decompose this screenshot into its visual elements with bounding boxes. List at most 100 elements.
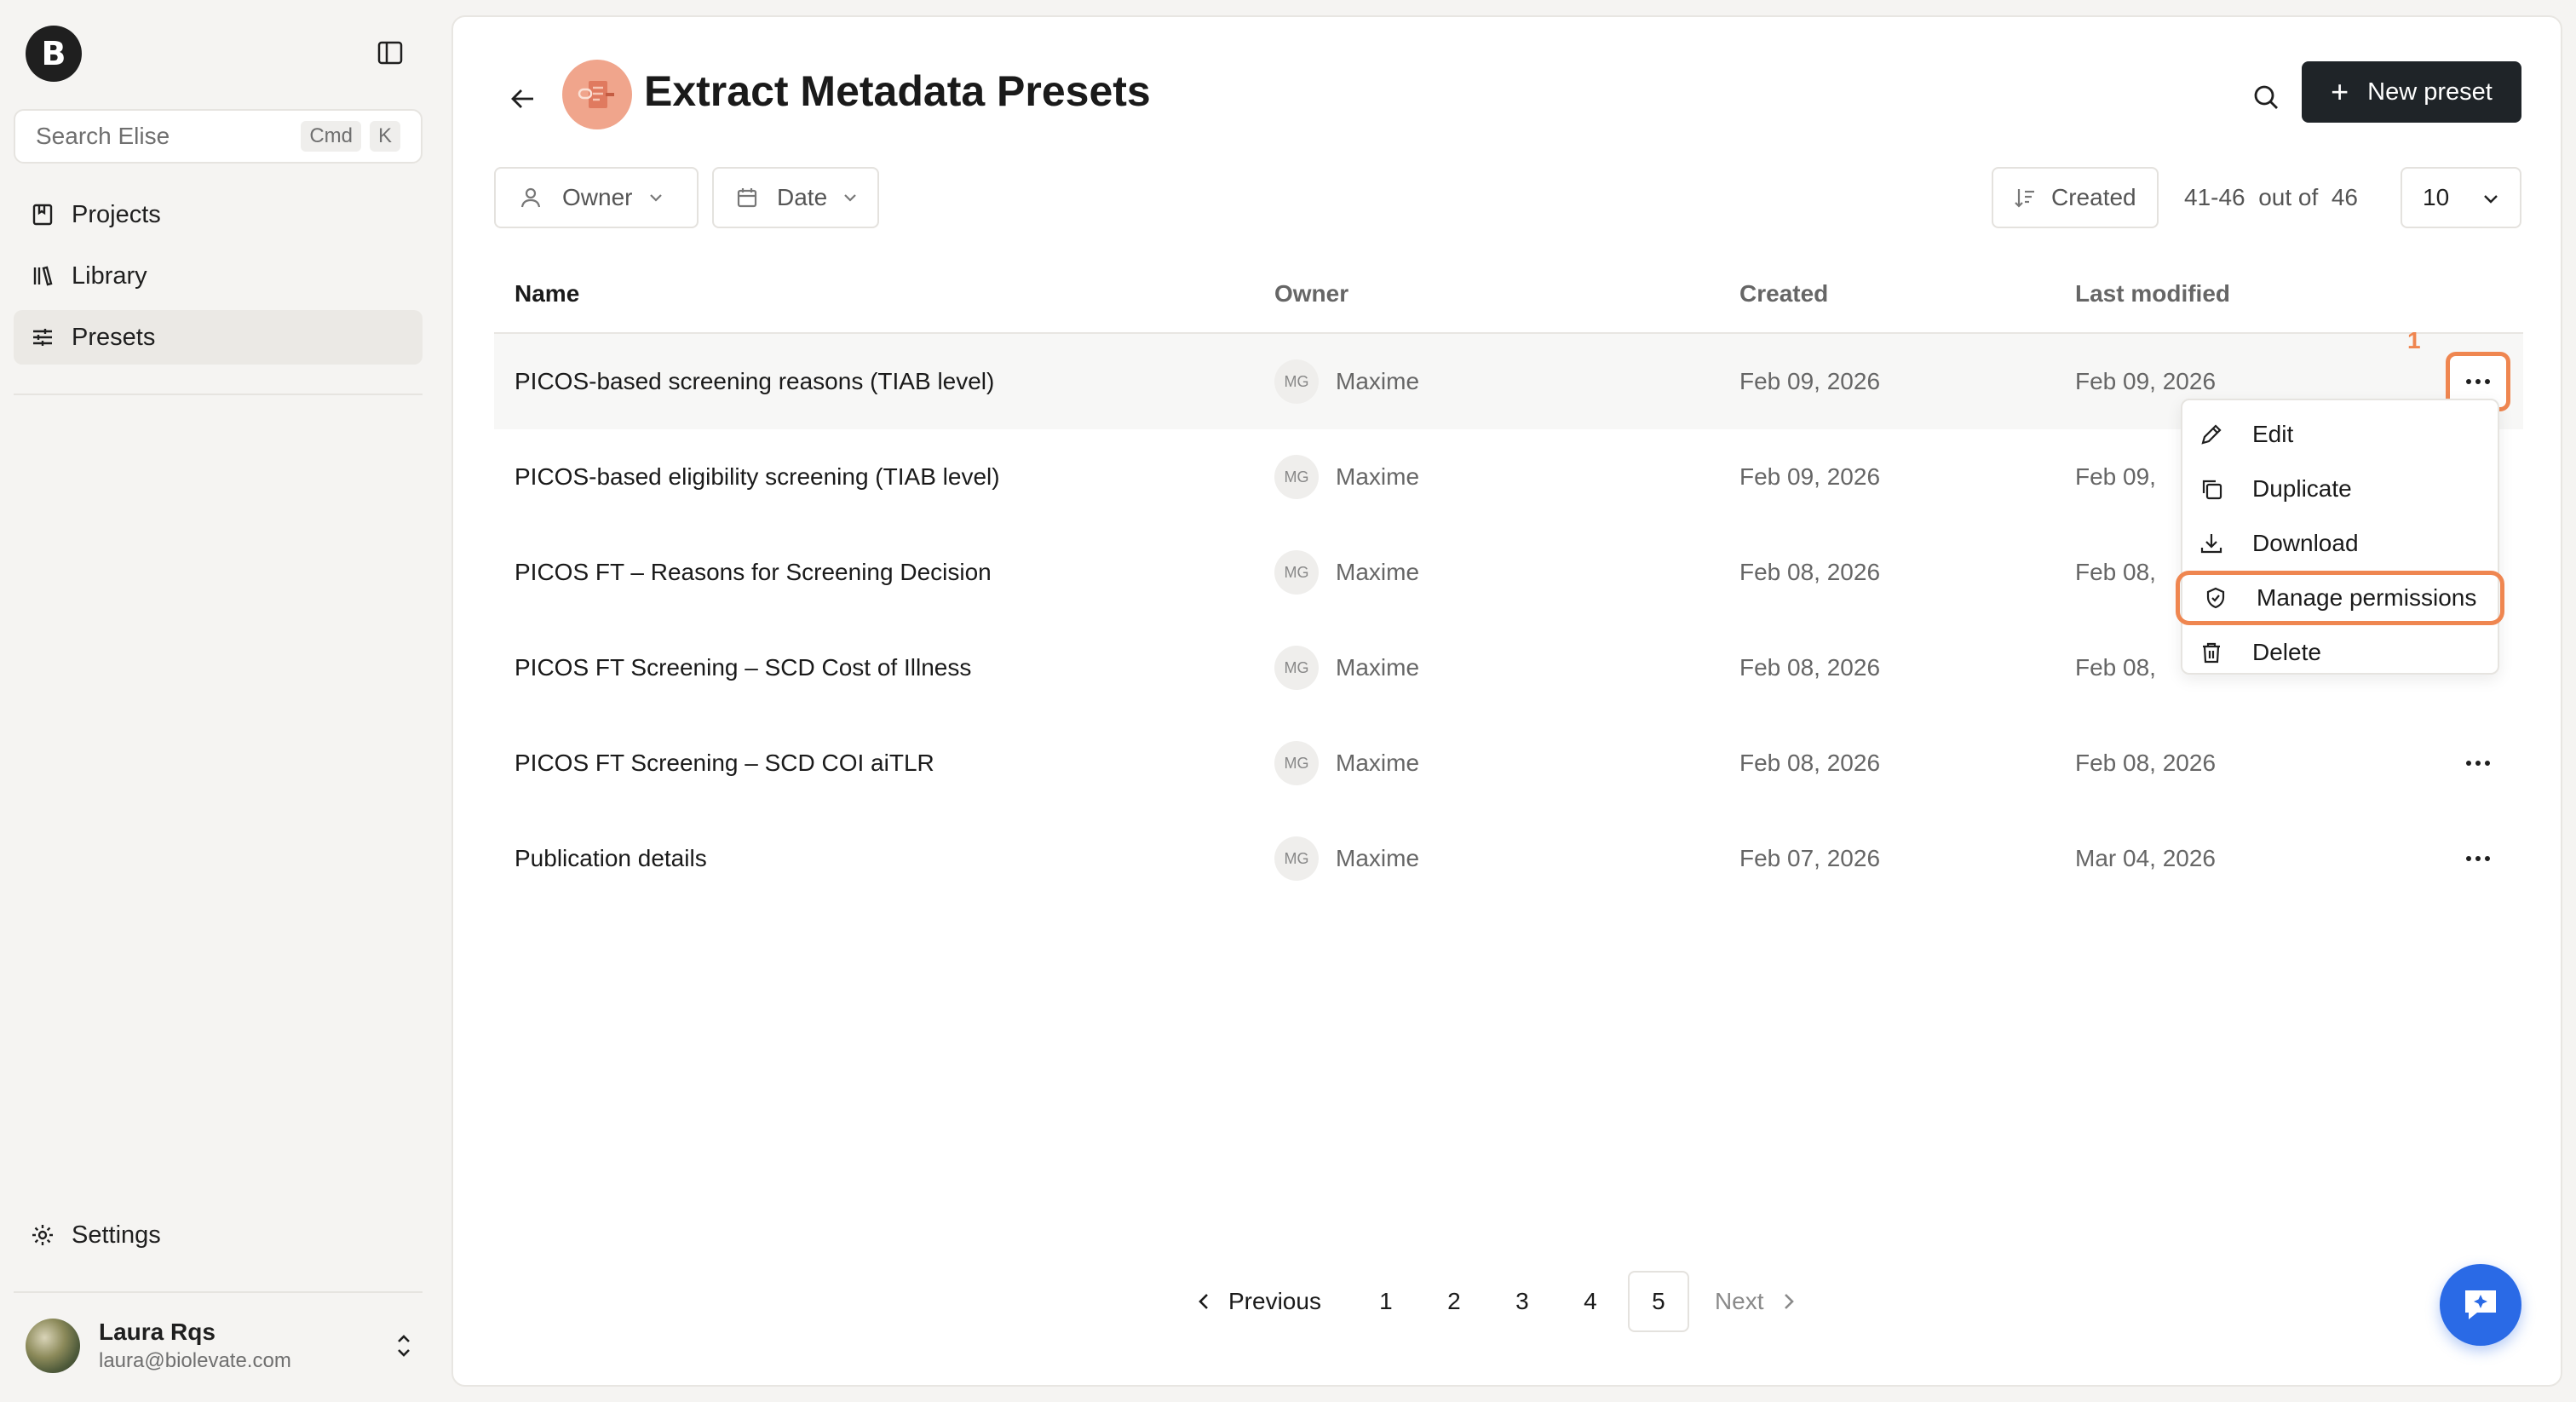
avatar [26, 1319, 80, 1373]
logo-letter: B [41, 35, 66, 72]
annotation-step-1: 1 [2407, 327, 2421, 353]
owner-name: Maxime [1336, 368, 1420, 394]
chat-sparkle-icon [2465, 1290, 2496, 1319]
page-1-button[interactable]: 1 [1355, 1271, 1417, 1332]
user-name: Laura Rqs [99, 1319, 216, 1345]
previous-page-button[interactable]: Previous [1184, 1271, 1335, 1332]
out-of-label: out of [2258, 184, 2319, 210]
kbd-cmd: Cmd [301, 121, 361, 152]
more-horizontal-icon [2466, 856, 2490, 861]
preset-document-icon [562, 60, 632, 129]
pagination: Previous 1 2 3 4 5 Next [1184, 1271, 1808, 1332]
search-button[interactable] [2242, 73, 2290, 121]
back-button[interactable] [503, 78, 543, 119]
created-date: Feb 09, 2026 [1739, 463, 1881, 490]
assistant-chat-button[interactable] [2440, 1264, 2521, 1346]
search-placeholder: Search Elise [36, 123, 170, 149]
created-date: Feb 07, 2026 [1739, 845, 1881, 871]
book-icon [29, 201, 56, 228]
actions-cell [2433, 829, 2523, 888]
owner-cell: MG Maxime [1274, 646, 1739, 690]
owner-cell: MG Maxime [1274, 550, 1739, 595]
created-date: Feb 08, 2026 [1739, 750, 1881, 776]
library-icon [29, 262, 56, 290]
table-header: Name Owner Created Last modified [494, 256, 2523, 334]
table-row[interactable]: Publication details MG Maxime Feb 07, 202… [494, 811, 2523, 906]
page-2-button[interactable]: 2 [1423, 1271, 1485, 1332]
shield-icon [2202, 584, 2229, 612]
owner-avatar: MG [1274, 836, 1319, 881]
menu-item-label: Delete [2252, 639, 2321, 665]
owner-cell: MG Maxime [1274, 359, 1739, 404]
menu-item-manage-permissions[interactable]: Manage permissions [2176, 571, 2504, 625]
next-page-button[interactable]: Next [1701, 1271, 1808, 1332]
created-date: Feb 09, 2026 [1739, 368, 1881, 394]
table-row[interactable]: PICOS FT Screening – SCD COI aiTLR MG Max… [494, 715, 2523, 811]
date-filter-label: Date [777, 184, 828, 210]
owner-filter-label: Owner [562, 184, 633, 210]
menu-item-label: Edit [2252, 421, 2294, 447]
date-filter[interactable]: Date [712, 167, 879, 228]
preset-name: PICOS FT Screening – SCD Cost of Illness [515, 654, 972, 681]
actions-cell [2433, 733, 2523, 793]
chevron-down-icon [842, 189, 858, 206]
column-name[interactable]: Name [494, 280, 1274, 307]
sidebar-search[interactable]: Search Elise Cmd K [14, 109, 423, 164]
owner-avatar: MG [1274, 455, 1319, 499]
owner-name: Maxime [1336, 559, 1420, 585]
copy-icon [2198, 475, 2225, 503]
created-date: Feb 08, 2026 [1739, 559, 1881, 585]
owner-avatar: MG [1274, 741, 1319, 785]
chevron-down-icon [2482, 184, 2499, 211]
page-5-button[interactable]: 5 [1627, 1271, 1689, 1332]
modified-date: Mar 04, 2026 [2075, 845, 2216, 871]
new-preset-label: New preset [2367, 78, 2493, 106]
owner-name: Maxime [1336, 750, 1420, 776]
menu-item-duplicate[interactable]: Duplicate [2182, 462, 2498, 516]
chevron-left-icon [1199, 1294, 1208, 1309]
owner-filter[interactable]: Owner [494, 167, 699, 228]
preset-name: PICOS-based eligibility screening (TIAB … [515, 463, 1000, 490]
app-logo[interactable]: B [26, 26, 82, 82]
download-icon [2198, 530, 2225, 557]
page-3-button[interactable]: 3 [1492, 1271, 1553, 1332]
per-page-select[interactable]: 10 [2401, 167, 2521, 228]
menu-item-label: Duplicate [2252, 475, 2352, 502]
main-panel: Extract Metadata Presets + New preset Ow… [451, 15, 2562, 1387]
owner-cell: MG Maxime [1274, 836, 1739, 881]
row-actions-button[interactable] [2446, 829, 2510, 888]
owner-avatar: MG [1274, 359, 1319, 404]
more-horizontal-icon [2466, 379, 2490, 384]
user-info: Laura Rqs laura@biolevate.com [99, 1319, 390, 1373]
column-owner[interactable]: Owner [1274, 280, 1739, 307]
sort-button[interactable]: Created [1992, 167, 2159, 228]
preset-name: Publication details [515, 845, 707, 871]
column-last-modified[interactable]: Last modified [2075, 280, 2433, 307]
sidebar-item-library[interactable]: Library [14, 249, 423, 303]
menu-item-label: Download [2252, 530, 2359, 556]
column-created[interactable]: Created [1739, 280, 2075, 307]
modified-date: Feb 08, 2026 [2075, 750, 2217, 776]
range-value: 41-46 [2184, 184, 2245, 210]
kbd-k: K [369, 121, 400, 152]
preset-name: PICOS FT – Reasons for Screening Decisio… [515, 559, 992, 585]
chevron-right-icon [1784, 1294, 1794, 1309]
sidebar-nav: Projects Library Presets [14, 187, 423, 371]
user-menu[interactable]: Laura Rqs laura@biolevate.com [26, 1312, 417, 1380]
page-4-button[interactable]: 4 [1560, 1271, 1621, 1332]
preset-name: PICOS-based screening reasons (TIAB leve… [515, 368, 995, 394]
menu-item-download[interactable]: Download [2182, 516, 2498, 571]
sidebar-panel-icon [377, 41, 403, 65]
row-actions-button[interactable] [2446, 733, 2510, 793]
new-preset-button[interactable]: + New preset [2302, 61, 2521, 123]
gear-icon [29, 1221, 56, 1249]
sidebar-divider [14, 1291, 423, 1293]
sidebar-toggle-button[interactable] [375, 37, 405, 68]
sidebar-item-presets[interactable]: Presets [14, 310, 423, 365]
menu-item-delete[interactable]: Delete [2182, 625, 2498, 680]
sidebar-item-settings[interactable]: Settings [14, 1208, 423, 1262]
arrow-left-icon [511, 89, 533, 108]
menu-item-edit[interactable]: Edit [2182, 407, 2498, 462]
sidebar-item-projects[interactable]: Projects [14, 187, 423, 242]
per-page-value: 10 [2423, 184, 2450, 210]
